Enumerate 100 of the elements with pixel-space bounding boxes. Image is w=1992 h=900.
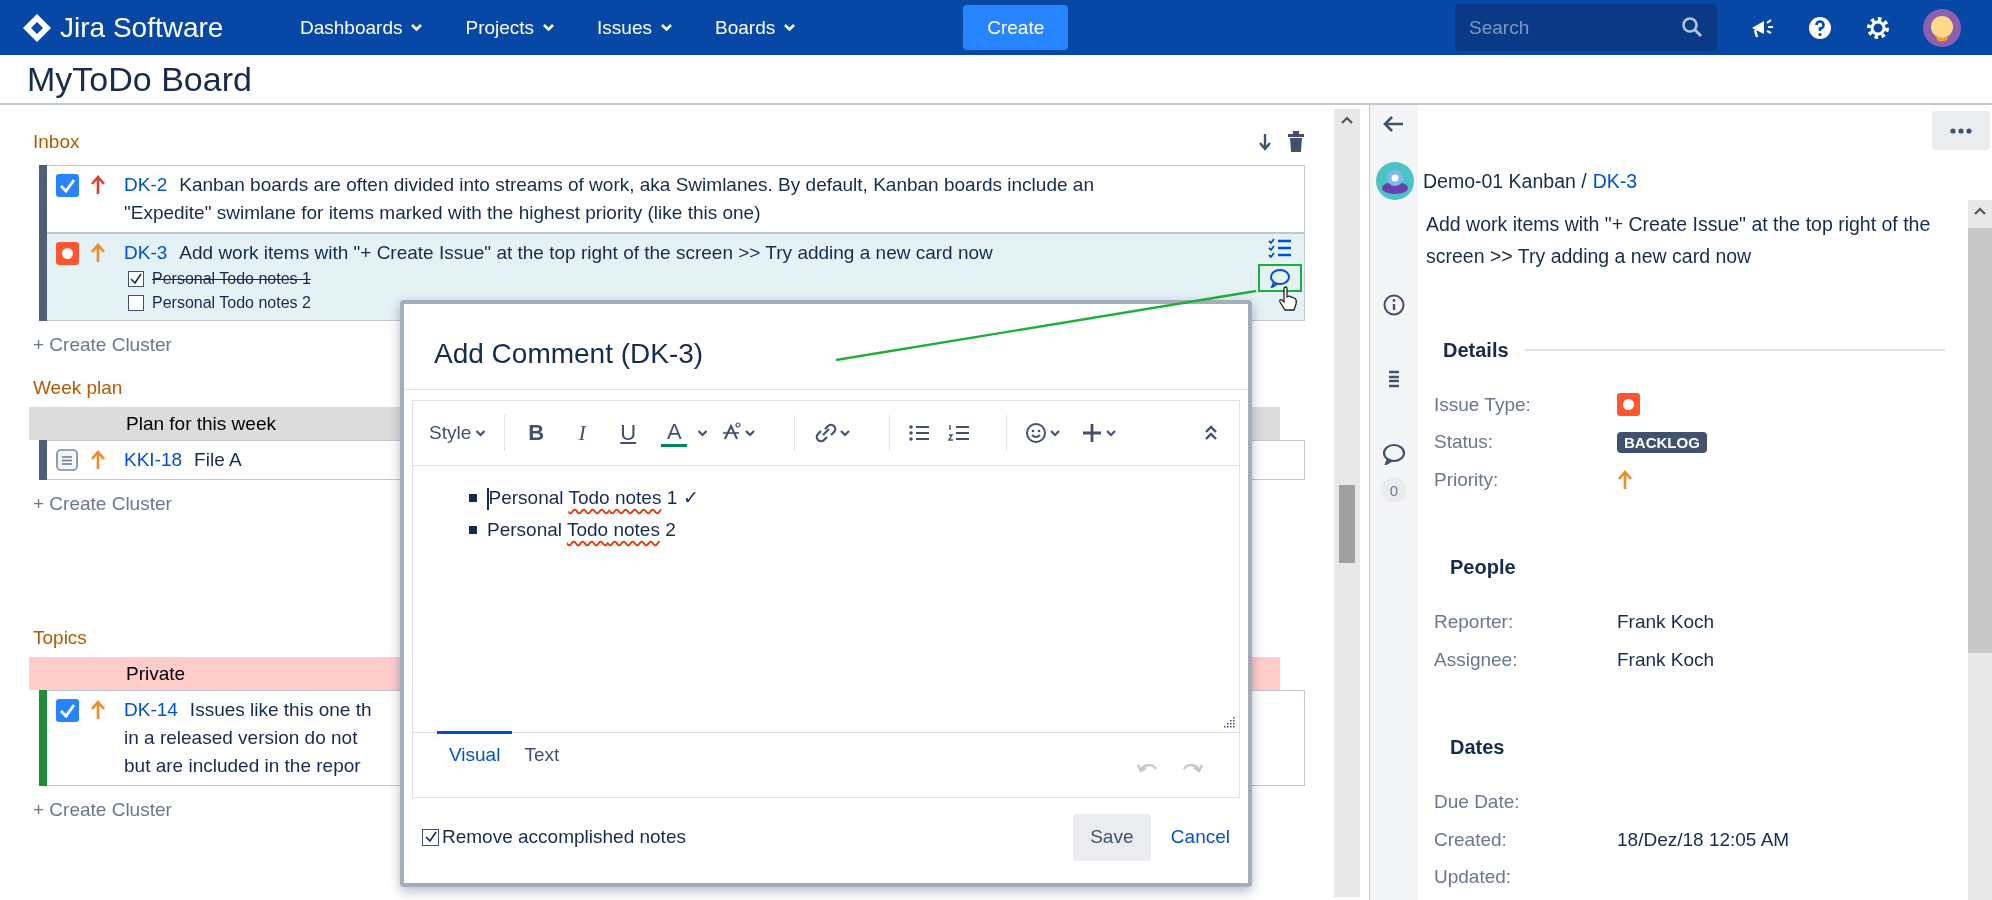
field-label: Created: (1434, 828, 1508, 851)
project-avatar (1376, 162, 1414, 200)
field-label: Issue Type: (1434, 393, 1532, 416)
checkbox-icon (56, 173, 79, 197)
scrollbar-thumb[interactable] (1968, 228, 1992, 653)
chevron-down-icon (660, 23, 673, 32)
settings-icon[interactable] (1865, 14, 1891, 41)
checkbox-label: Remove accomplished notes (442, 826, 686, 848)
create-cluster-link[interactable]: + Create Cluster (33, 329, 172, 361)
dialog-title: Add Comment (DK-3) (404, 304, 1248, 390)
help-icon[interactable] (1807, 14, 1833, 41)
nav-menu[interactable]: Projects (451, 0, 570, 55)
issue-key-link[interactable]: DK-3 (124, 242, 168, 263)
editor-tab[interactable]: Text (512, 731, 572, 766)
create-cluster-link[interactable]: + Create Cluster (33, 488, 172, 520)
issue-summary-line: "Expedite" swimlane for items marked with the highest priority (like this one) (124, 201, 761, 225)
collapse-icon[interactable] (1203, 424, 1219, 442)
bullet-icon (469, 526, 477, 534)
stop-icon (56, 241, 79, 265)
note-text: Personal Todo notes 2 (152, 293, 311, 313)
scrollbar[interactable] (1334, 109, 1360, 897)
cluster-title: Inbox (33, 131, 80, 153)
resize-grip-icon[interactable] (1223, 716, 1235, 728)
checkbox[interactable] (422, 828, 439, 846)
field-label: Priority: (1434, 468, 1500, 491)
comment-icon[interactable] (1382, 443, 1406, 465)
nav-menu[interactable]: Dashboards (286, 0, 438, 55)
save-button[interactable]: Save (1072, 813, 1151, 861)
format-button[interactable]: A (661, 419, 688, 447)
issue-summary-line: in a released version do not (124, 726, 358, 750)
cluster-title: Topics (33, 627, 87, 649)
editor-tab[interactable]: Visual (437, 731, 513, 766)
more-button[interactable] (1932, 111, 1990, 150)
board-title: MyToDo Board (27, 59, 252, 99)
issue-card[interactable]: DK-2 Kanban boards are often divided into streams of work, aka Swimlanes. By default, Kanban boards include an "Expedite" swimlane for items marked with the highest priority (like this one) (39, 165, 1305, 233)
chevron-down-icon (783, 23, 797, 32)
comment-count-badge: 0 (1381, 477, 1407, 503)
field-label: Reporter: (1434, 611, 1515, 634)
document-icon (56, 449, 78, 471)
back-arrow-icon[interactable] (1383, 115, 1405, 133)
issue-summary-line: Issues like this one th (189, 699, 372, 720)
field-value: 18/Dez/18 12:05 AM (1617, 828, 1790, 851)
field-value: Frank Koch (1617, 648, 1715, 671)
chevron-down-icon (410, 23, 424, 32)
issue-key-link[interactable]: KKI-18 (124, 449, 183, 470)
field-label: Due Date: (1434, 791, 1521, 814)
checkmark-icon (423, 830, 438, 844)
issue-summary-line: but are included in the repor (124, 754, 361, 778)
issue-summary-line: Add work items with "+ Create Issue" at the top right of the screen >> Try adding a new card now (179, 242, 993, 263)
numbered-list-icon[interactable] (948, 423, 971, 443)
search-icon (1681, 16, 1703, 38)
section-title: People (1450, 556, 1516, 579)
issue-key-link[interactable]: DK-2 (124, 174, 168, 195)
stop-icon (1617, 393, 1640, 417)
issue-key-link[interactable]: DK-3 (1592, 169, 1638, 193)
chevron-down-icon (542, 23, 556, 32)
download-icon[interactable] (1257, 132, 1273, 152)
create-cluster-link[interactable]: + Create Cluster (33, 794, 172, 826)
issue-key-link[interactable]: DK-14 (124, 699, 178, 720)
more-icon (1950, 127, 1972, 134)
issue-summary: Add work items with "+ Create Issue" at the top right of the screen >> Try adding a new card now (1426, 212, 1931, 269)
field-label: Updated: (1434, 866, 1513, 889)
note-checkbox[interactable] (128, 271, 144, 287)
hand-cursor-icon (1278, 286, 1298, 312)
scrollbar-thumb[interactable] (1339, 485, 1355, 563)
section-title: Dates (1450, 736, 1505, 759)
user-avatar[interactable] (1923, 8, 1961, 47)
list-item: Personal Todo notes 2 (487, 519, 676, 541)
caret-icon (475, 429, 487, 437)
info-icon[interactable] (1383, 294, 1405, 316)
issue-summary-line: Kanban boards are often divided into streams of work, aka Swimlanes. By default, Kanban boards include an (179, 174, 1094, 195)
cancel-link[interactable]: Cancel (1170, 826, 1230, 848)
scroll-up-icon[interactable] (1973, 206, 1987, 216)
checkbox-icon (56, 698, 79, 722)
diamond-logo-icon (22, 12, 52, 43)
bullet-list-icon[interactable] (908, 423, 931, 443)
note-text: Personal Todo notes 1 (152, 269, 311, 289)
field-label: Assignee: (1434, 648, 1519, 671)
scrollbar[interactable] (1968, 200, 1992, 900)
field-value: Frank Koch (1617, 611, 1715, 634)
scroll-up-icon[interactable] (1340, 115, 1354, 125)
search-field[interactable]: Search (1455, 4, 1717, 51)
project-name: Demo-01 Kanban / (1423, 169, 1587, 193)
list-icon[interactable] (1388, 369, 1400, 389)
product-name: Jira Software (60, 11, 224, 44)
nav-menu[interactable]: Boards (701, 0, 811, 55)
trash-icon[interactable] (1287, 131, 1305, 153)
list-item: Personal Todo notes 1 ✓ (487, 486, 699, 510)
comment-button[interactable] (1258, 264, 1302, 292)
create-button[interactable]: Create (963, 5, 1069, 50)
bullet-icon (469, 494, 477, 502)
section-title: Details (1443, 338, 1509, 362)
note-checkbox[interactable] (128, 295, 144, 311)
field-label: Status: (1434, 431, 1495, 454)
checklist-icon[interactable] (1268, 238, 1292, 260)
comment-icon (1269, 268, 1291, 288)
checkmark-icon (129, 272, 143, 286)
cluster-title: Week plan (33, 377, 123, 399)
nav-menu[interactable]: Issues (583, 0, 687, 55)
caret-icon[interactable] (697, 429, 709, 437)
